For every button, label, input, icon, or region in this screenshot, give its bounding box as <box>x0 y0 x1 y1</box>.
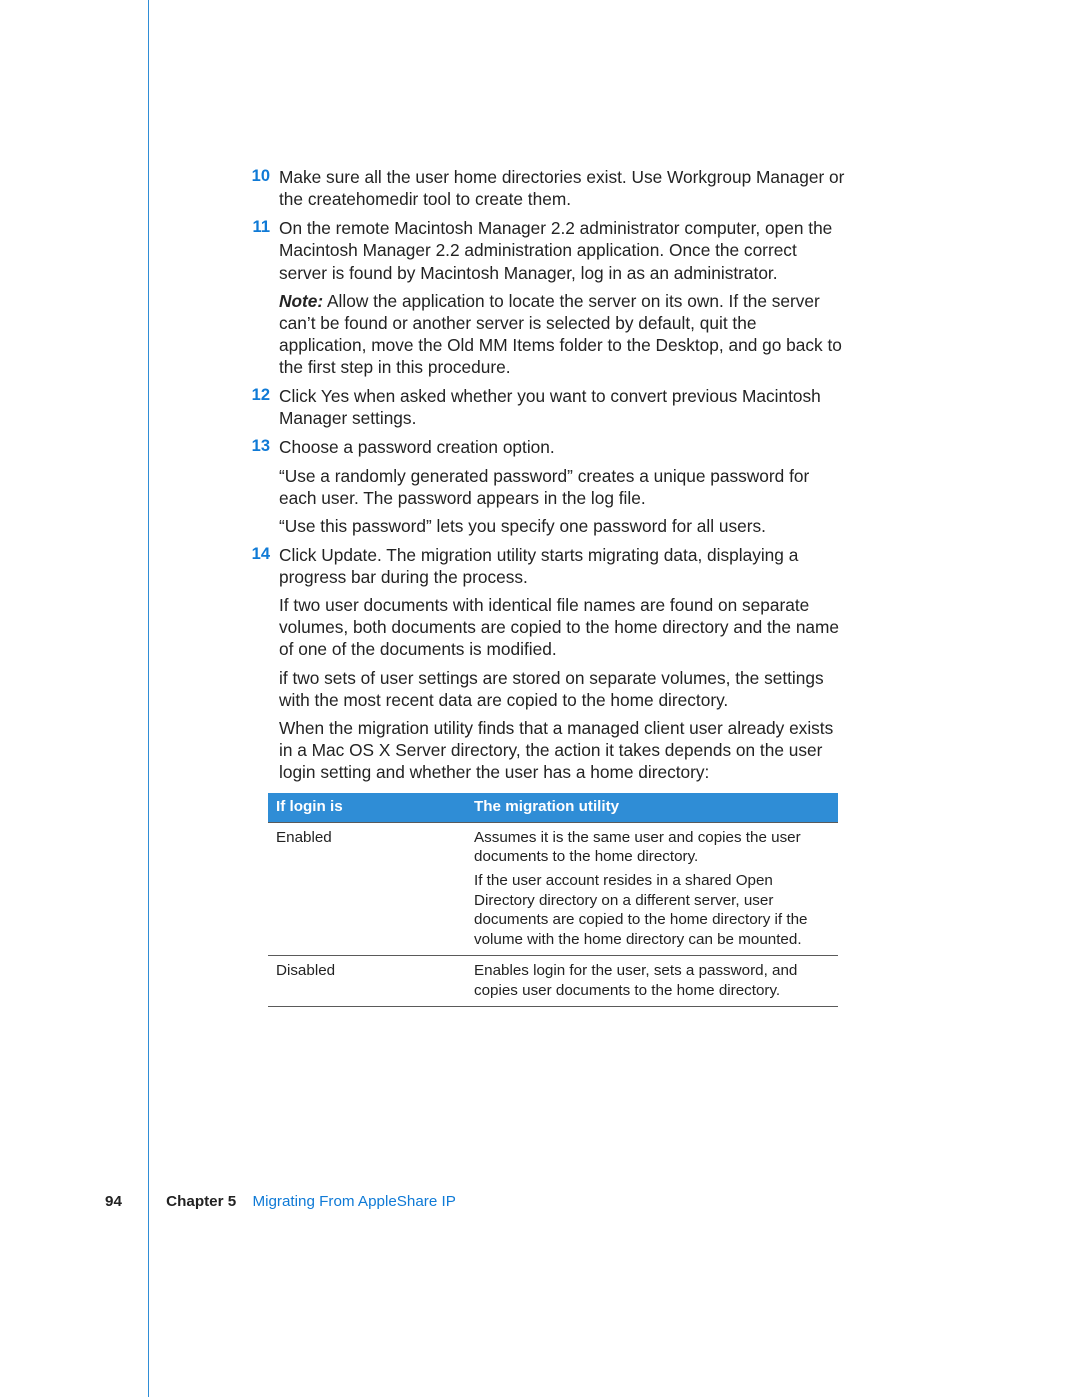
step-11: 11 On the remote Macintosh Manager 2.2 a… <box>240 217 846 378</box>
step-number: 12 <box>240 385 279 429</box>
step-14: 14 Click Update. The migration utility s… <box>240 544 846 783</box>
step-text: Make sure all the user home directories … <box>279 166 846 210</box>
step-text: “Use this password” lets you specify one… <box>279 515 846 537</box>
margin-rule <box>148 0 149 1397</box>
table-cell: Assumes it is the same user and copies t… <box>466 822 838 956</box>
step-number: 14 <box>240 544 279 783</box>
step-text: When the migration utility finds that a … <box>279 717 846 783</box>
table-row: Disabled Enables login for the user, set… <box>268 956 838 1007</box>
step-text: if two sets of user settings are stored … <box>279 667 846 711</box>
step-number: 11 <box>240 217 279 378</box>
step-number: 10 <box>240 166 279 210</box>
step-body: Click Update. The migration utility star… <box>279 544 846 783</box>
step-text: Click Update. The migration utility star… <box>279 544 846 588</box>
step-12: 12 Click Yes when asked whether you want… <box>240 385 846 429</box>
page-footer: 94 Chapter 5 Migrating From AppleShare I… <box>105 1193 456 1210</box>
step-body: Choose a password creation option. “Use … <box>279 436 846 537</box>
page: 10 Make sure all the user home directori… <box>0 0 1080 1397</box>
login-table: If login is The migration utility Enable… <box>268 793 838 1007</box>
step-number: 13 <box>240 436 279 537</box>
table-cell: Disabled <box>268 956 466 1007</box>
table-header: The migration utility <box>466 793 838 822</box>
table-header: If login is <box>268 793 466 822</box>
step-13: 13 Choose a password creation option. “U… <box>240 436 846 537</box>
step-body: On the remote Macintosh Manager 2.2 admi… <box>279 217 846 378</box>
chapter-title: Migrating From AppleShare IP <box>240 1193 455 1210</box>
table-header-row: If login is The migration utility <box>268 793 838 822</box>
table-cell-text: If the user account resides in a shared … <box>474 871 830 949</box>
table-cell: Enabled <box>268 822 466 956</box>
step-body: Click Yes when asked whether you want to… <box>279 385 846 429</box>
page-number: 94 <box>105 1193 122 1210</box>
step-body: Make sure all the user home directories … <box>279 166 846 210</box>
note-label: Note: <box>279 291 323 311</box>
step-text: “Use a randomly generated password” crea… <box>279 465 846 509</box>
body-content: 10 Make sure all the user home directori… <box>240 166 846 1007</box>
step-10: 10 Make sure all the user home directori… <box>240 166 846 210</box>
table-cell: Enables login for the user, sets a passw… <box>466 956 838 1007</box>
step-text: Click Yes when asked whether you want to… <box>279 385 846 429</box>
step-note: Note: Allow the application to locate th… <box>279 290 846 379</box>
table-row: Enabled Assumes it is the same user and … <box>268 822 838 956</box>
step-text: On the remote Macintosh Manager 2.2 admi… <box>279 217 846 283</box>
table-cell-text: Assumes it is the same user and copies t… <box>474 828 830 867</box>
table-cell-text: Enables login for the user, sets a passw… <box>474 961 830 1000</box>
note-text: Allow the application to locate the serv… <box>279 291 842 377</box>
chapter-label: Chapter 5 <box>126 1193 236 1210</box>
step-text: If two user documents with identical fil… <box>279 594 846 660</box>
step-text: Choose a password creation option. <box>279 436 846 458</box>
